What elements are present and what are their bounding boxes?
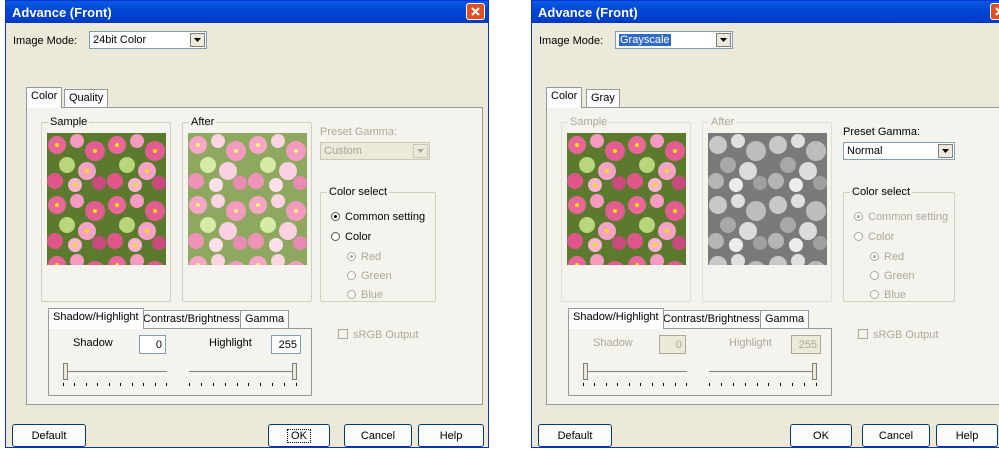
preset-gamma-select[interactable]: Custom [320,142,430,160]
highlight-input[interactable]: 255 [791,335,821,354]
blue-radio[interactable]: Blue [347,289,383,301]
color-radio[interactable]: Color [331,231,371,243]
image-mode-select[interactable]: Grayscale [615,31,733,49]
title-bar: Advance (Front) [6,1,488,23]
color-select-group: Color select Common setting Color Red Gr… [843,186,955,302]
tab-color[interactable]: Color [26,87,63,108]
srgb-output-checkbox[interactable]: sRGB Output [338,329,418,341]
preset-gamma-value: Normal [847,145,883,157]
shadow-highlight-panel: Shadow 0 Highlight 255 [48,328,312,396]
dialog-title: Advance (Front) [12,5,112,20]
shadow-highlight-panel: Shadow 0 Highlight 255 [568,328,832,396]
color-radio[interactable]: Color [854,231,894,243]
ok-button[interactable]: OK [268,424,330,447]
title-bar: Advance (Front) [532,1,999,23]
shadow-label: Shadow [73,337,113,349]
image-mode-select[interactable]: 24bit Color [89,31,207,49]
after-image [708,133,827,265]
shadow-input[interactable]: 0 [659,335,686,354]
image-mode-value: 24bit Color [93,34,147,46]
subtab-contrast-brightness[interactable]: Contrast/Brightness [658,310,765,328]
color-tab-panel: Sample After Preset Gamma: Custom Color … [26,107,483,405]
green-radio[interactable]: Green [347,270,392,282]
sample-group: Sample [561,116,691,302]
blue-radio[interactable]: Blue [870,289,906,301]
common-setting-radio[interactable]: Common setting [331,211,425,223]
shadow-label: Shadow [593,337,633,349]
subtab-contrast-brightness[interactable]: Contrast/Brightness [138,310,245,328]
slider-thumb[interactable] [63,363,68,380]
default-button[interactable]: Default [538,424,612,447]
highlight-label: Highlight [209,337,252,349]
preset-gamma-value: Custom [324,145,362,157]
after-label: After [709,116,737,128]
help-button[interactable]: Help [418,424,484,447]
chevron-down-icon[interactable] [190,33,205,47]
srgb-output-checkbox[interactable]: sRGB Output [858,329,938,341]
subtab-shadow-highlight[interactable]: Shadow/Highlight [48,308,144,329]
shadow-slider[interactable] [583,361,687,391]
green-radio[interactable]: Green [870,270,915,282]
highlight-label: Highlight [729,337,772,349]
close-button[interactable] [466,3,485,20]
after-label: After [189,116,217,128]
subtab-gamma[interactable]: Gamma [240,310,290,328]
sample-label: Sample [48,116,90,128]
sample-label: Sample [568,116,610,128]
highlight-slider[interactable] [709,361,817,391]
chevron-down-icon[interactable] [413,144,428,158]
preset-gamma-label: Preset Gamma: [843,126,921,138]
tab-gray[interactable]: Gray [586,89,620,107]
sample-group: Sample [41,116,171,302]
color-select-label: Color select [850,186,913,198]
slider-thumb[interactable] [583,363,588,380]
shadow-input[interactable]: 0 [139,335,166,354]
default-button[interactable]: Default [12,424,86,447]
preset-gamma-select[interactable]: Normal [843,142,955,160]
slider-thumb[interactable] [292,363,297,380]
color-select-group: Color select Common setting Color Red Gr… [320,186,436,302]
tab-color[interactable]: Color [546,87,583,108]
shadow-slider[interactable] [63,361,167,391]
advance-dialog-front-right: Advance (Front) Image Mode: Grayscale Co… [531,0,999,448]
chevron-down-icon[interactable] [938,144,953,158]
highlight-input[interactable]: 255 [271,335,301,354]
cancel-button[interactable]: Cancel [862,424,930,447]
image-mode-label: Image Mode: [539,35,604,47]
image-mode-label: Image Mode: [13,35,78,47]
ok-button[interactable]: OK [790,424,852,447]
sample-image [47,133,166,265]
red-radio[interactable]: Red [870,251,904,263]
image-mode-value: Grayscale [619,34,671,46]
after-group: After [182,116,312,302]
slider-thumb[interactable] [812,363,817,380]
red-radio[interactable]: Red [347,251,381,263]
tab-quality[interactable]: Quality [64,89,109,107]
advance-dialog-front-left: Advance (Front) Image Mode: 24bit Color … [5,0,489,448]
preset-gamma-label: Preset Gamma: [320,126,398,138]
color-tab-panel: Sample After Preset Gamma: Normal Color … [546,107,999,405]
cancel-button[interactable]: Cancel [344,424,412,447]
after-image [188,133,307,265]
close-button[interactable] [990,3,999,20]
color-select-label: Color select [327,186,390,198]
common-setting-radio[interactable]: Common setting [854,211,948,223]
help-button[interactable]: Help [936,424,998,447]
subtab-shadow-highlight[interactable]: Shadow/Highlight [568,308,664,329]
sample-image [567,133,686,265]
after-group: After [702,116,832,302]
chevron-down-icon[interactable] [716,33,731,47]
close-icon [471,7,480,16]
dialog-title: Advance (Front) [538,5,638,20]
highlight-slider[interactable] [189,361,297,391]
close-icon [995,7,999,16]
subtab-gamma[interactable]: Gamma [760,310,810,328]
